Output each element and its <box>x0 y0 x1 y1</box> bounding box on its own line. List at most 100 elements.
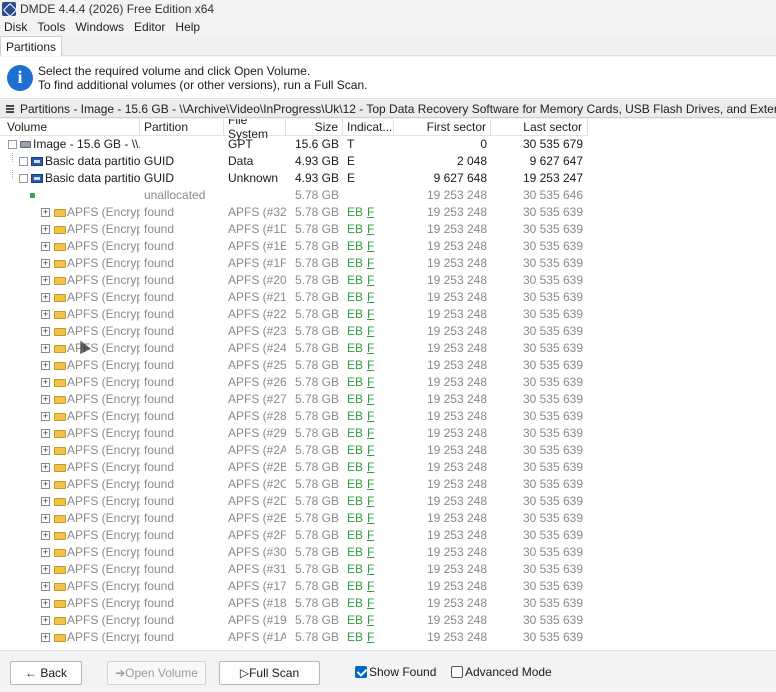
cell-indicator-primary: EB <box>347 511 364 525</box>
expand-toggle-icon[interactable]: + <box>41 293 50 302</box>
expand-toggle-icon[interactable]: + <box>41 208 50 217</box>
table-row[interactable]: Basic data partition GUID Data 4.93 GB E 2 04… <box>0 153 588 170</box>
table-row[interactable]: + APFS (Encrypt... found APFS (#31) 5.78 GB E… <box>0 561 588 578</box>
show-found-label[interactable]: Show Found <box>369 665 436 679</box>
expand-toggle-icon[interactable]: + <box>41 548 50 557</box>
column-file-system[interactable]: File System <box>224 119 286 141</box>
table-row[interactable]: + APFS (Encrypt... found APFS (#22) 5.78 GB E… <box>0 306 588 323</box>
menu-windows[interactable]: Windows <box>70 20 129 34</box>
table-row[interactable]: + APFS (Encrypt... found APFS (#26) 5.78 GB E… <box>0 374 588 391</box>
table-row[interactable]: + APFS (Encrypt... found APFS (#2C) 5.78 GB E… <box>0 476 588 493</box>
table-row[interactable]: + APFS (Encrypt... found APFS (#2E) 5.78 GB E… <box>0 510 588 527</box>
advanced-mode-checkbox[interactable] <box>451 666 463 678</box>
menu-disk[interactable]: Disk <box>0 20 32 34</box>
table-row[interactable]: Basic data partition GUID Unknown 4.93 GB E 9… <box>0 170 588 187</box>
table-row[interactable]: + APFS (Encrypt... found APFS (#2A) 5.78 GB E… <box>0 442 588 459</box>
expand-toggle-icon[interactable]: + <box>41 565 50 574</box>
column-partition[interactable]: Partition <box>140 119 224 135</box>
column-size[interactable]: Size <box>286 119 343 135</box>
expand-toggle-icon[interactable]: + <box>41 463 50 472</box>
cell-size: 5.78 GB <box>294 596 339 610</box>
column-indicators[interactable]: Indicat... <box>343 119 394 135</box>
advanced-mode-label[interactable]: Advanced Mode <box>465 665 552 679</box>
row-select-checkbox[interactable] <box>8 140 17 149</box>
open-volume-button[interactable]: ➔Open Volume <box>107 661 206 685</box>
expand-toggle-icon[interactable]: + <box>41 582 50 591</box>
back-button[interactable]: ← Back <box>10 661 82 685</box>
table-row[interactable]: + APFS (Encrypt... found APFS (#21) 5.78 GB E… <box>0 289 588 306</box>
table-row[interactable]: + APFS (Encrypt... found APFS (#1F) 5.78 GB E… <box>0 255 588 272</box>
cell-file-system: APFS (#21) <box>228 290 286 304</box>
expand-toggle-icon[interactable]: + <box>41 378 50 387</box>
column-first-sector[interactable]: First sector <box>394 119 491 135</box>
cell-partition: found <box>144 460 175 474</box>
expand-toggle-icon[interactable]: + <box>41 276 50 285</box>
tab-partitions[interactable]: Partitions <box>0 36 63 56</box>
cell-partition: found <box>144 324 175 338</box>
column-volume[interactable]: Volume <box>0 119 140 135</box>
table-row[interactable]: + APFS (Encrypt... found APFS (#27) 5.78 GB E… <box>0 391 588 408</box>
menu-help[interactable]: Help <box>170 20 205 34</box>
row-select-checkbox[interactable] <box>19 174 28 183</box>
cell-last-sector: 30 535 639 <box>522 222 583 236</box>
show-found-checkbox[interactable] <box>355 666 367 678</box>
expand-toggle-icon[interactable]: + <box>41 225 50 234</box>
cell-indicator-secondary: F <box>367 307 375 321</box>
table-row[interactable]: + APFS (Encrypt... found APFS (#1A) 5.78 GB E… <box>0 629 588 646</box>
table-row[interactable]: + APFS (Encrypt... found APFS (#1E) 5.78 GB E… <box>0 238 588 255</box>
expand-toggle-icon[interactable]: + <box>41 242 50 251</box>
expand-toggle-icon[interactable]: + <box>41 514 50 523</box>
expand-toggle-icon[interactable]: + <box>41 259 50 268</box>
expand-toggle-icon[interactable]: + <box>41 616 50 625</box>
expand-toggle-icon[interactable]: + <box>41 361 50 370</box>
table-row[interactable]: + APFS (Encrypt... found APFS (#19) 5.78 GB E… <box>0 612 588 629</box>
table-row[interactable]: Image - 15.6 GB - \\... GPT 15.6 GB T 0 30 53… <box>0 136 588 153</box>
table-row[interactable]: + APFS (Encrypt... found APFS (#2B) 5.78 GB E… <box>0 459 588 476</box>
table-row[interactable]: + APFS (Encrypt... found APFS (#1D) 5.78 GB E… <box>0 221 588 238</box>
table-row[interactable]: + APFS (Encrypt... found APFS (#17) 5.78 GB E… <box>0 578 588 595</box>
cell-indicator-secondary: F <box>367 630 375 644</box>
row-select-checkbox[interactable] <box>19 157 28 166</box>
expand-toggle-icon[interactable]: + <box>41 633 50 642</box>
table-row[interactable]: + APFS (Encrypt... found APFS (#28) 5.78 GB E… <box>0 408 588 425</box>
expand-toggle-icon[interactable]: + <box>41 395 50 404</box>
expand-toggle-icon[interactable]: + <box>41 480 50 489</box>
table-row[interactable]: + APFS (Encrypt... found APFS (#20) 5.78 GB E… <box>0 272 588 289</box>
expand-toggle-icon[interactable]: + <box>41 531 50 540</box>
cell-first-sector: 19 253 248 <box>426 596 487 610</box>
full-scan-button[interactable]: ▷Full Scan <box>219 661 320 685</box>
menu-tools[interactable]: Tools <box>32 20 70 34</box>
cell-volume: APFS (Encrypt... <box>67 596 140 610</box>
expand-toggle-icon[interactable]: + <box>41 599 50 608</box>
table-row[interactable]: unallocated 5.78 GB 19 253 248 30 535 646 <box>0 187 588 204</box>
cell-partition: GUID <box>144 171 174 185</box>
column-last-sector[interactable]: Last sector <box>491 119 588 135</box>
table-row[interactable]: + APFS (Encrypt... found APFS (#25) 5.78 GB E… <box>0 357 588 374</box>
cell-file-system: APFS (#23) <box>228 324 286 338</box>
expand-toggle-icon[interactable]: + <box>41 327 50 336</box>
table-row[interactable]: + APFS (Encrypt... found APFS (#18) 5.78 GB E… <box>0 595 588 612</box>
table-row[interactable]: + APFS (Encrypt... found APFS (#2F) 5.78 GB E… <box>0 527 588 544</box>
table-row[interactable]: + APFS (Encrypt... found APFS (#23) 5.78 GB E… <box>0 323 588 340</box>
table-row[interactable]: + APFS (Encrypt... found APFS (#2D) 5.78 GB E… <box>0 493 588 510</box>
table-row[interactable]: + APFS (Encrypt... found APFS (#32) 5.78 GB E… <box>0 204 588 221</box>
expand-toggle-icon[interactable]: + <box>41 310 50 319</box>
cell-indicator-primary: EB <box>347 358 364 372</box>
expand-toggle-icon[interactable]: + <box>41 344 50 353</box>
expand-toggle-icon[interactable]: + <box>41 446 50 455</box>
folder-icon <box>54 277 66 285</box>
cell-first-sector: 19 253 248 <box>426 188 487 202</box>
cell-size: 5.78 GB <box>294 307 339 321</box>
cell-size: 5.78 GB <box>294 273 339 287</box>
table-row[interactable]: + APFS (Encrypt... found APFS (#29) 5.78 GB E… <box>0 425 588 442</box>
cell-indicator-secondary: F <box>367 596 375 610</box>
expand-toggle-icon[interactable]: + <box>41 497 50 506</box>
table-row[interactable]: + APFS (Encrypt... found APFS (#30) 5.78 GB E… <box>0 544 588 561</box>
cell-last-sector: 30 535 639 <box>522 307 583 321</box>
cell-volume: Image - 15.6 GB - \\... <box>33 137 140 151</box>
panel-menu-icon[interactable] <box>6 104 14 113</box>
cell-last-sector: 30 535 679 <box>522 137 583 151</box>
expand-toggle-icon[interactable]: + <box>41 429 50 438</box>
menu-editor[interactable]: Editor <box>129 20 170 34</box>
expand-toggle-icon[interactable]: + <box>41 412 50 421</box>
